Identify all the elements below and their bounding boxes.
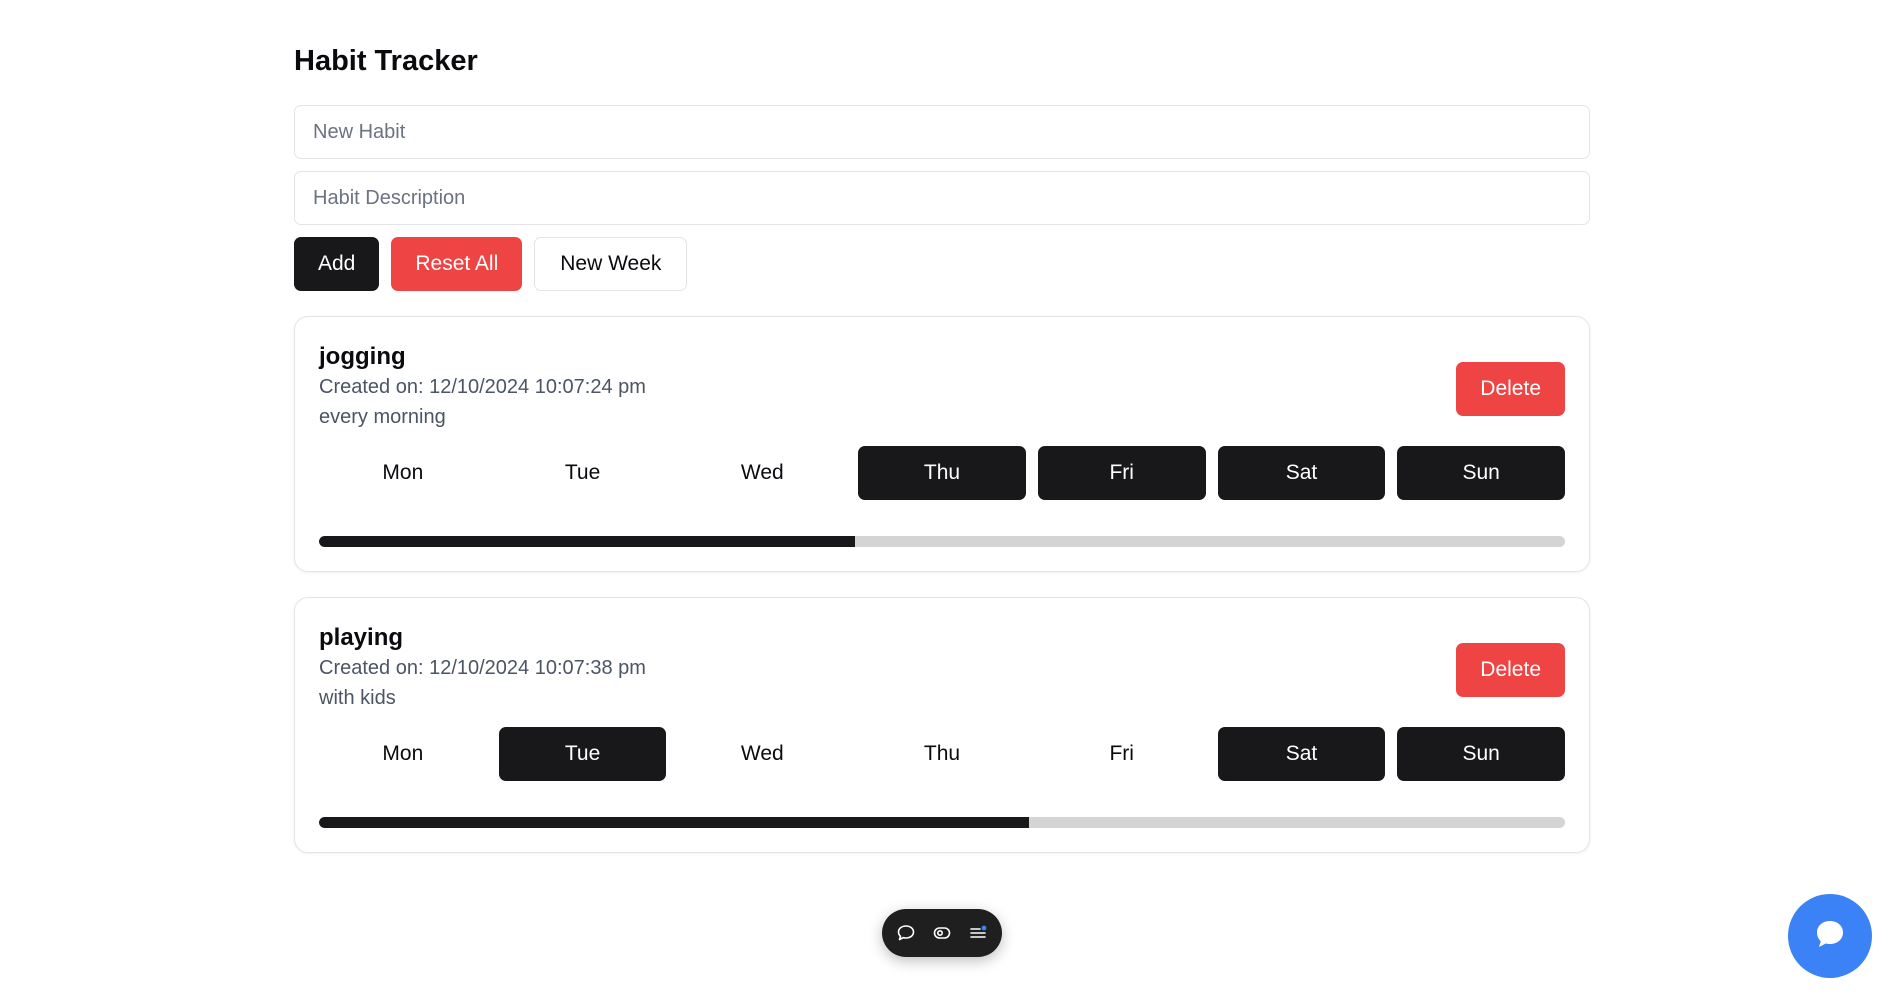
progress-bar-fill [319, 536, 855, 547]
delete-habit-button[interactable]: Delete [1456, 643, 1565, 697]
habit-card: playing Created on: 12/10/2024 10:07:38 … [294, 597, 1590, 853]
habit-description: every morning [319, 406, 446, 428]
chat-bubble-icon [1813, 917, 1847, 956]
day-toggle-fri[interactable]: Fri [1038, 727, 1206, 781]
reset-all-button[interactable]: Reset All [391, 237, 523, 291]
day-toggle-sun[interactable]: Sun [1397, 446, 1566, 500]
page-title: Habit Tracker [294, 45, 478, 77]
delete-habit-button[interactable]: Delete [1456, 362, 1565, 416]
day-toggle-thu[interactable]: Thu [858, 727, 1026, 781]
new-habit-input[interactable] [294, 105, 1590, 159]
chat-button[interactable] [1788, 894, 1872, 978]
comment-icon[interactable] [894, 921, 918, 945]
new-week-button[interactable]: New Week [534, 237, 688, 291]
day-toggle-mon[interactable]: Mon [319, 727, 487, 781]
habit-name: playing [319, 624, 404, 651]
day-toggle-thu[interactable]: Thu [858, 446, 1026, 500]
day-toggle-mon[interactable]: Mon [319, 446, 487, 500]
progress-bar-fill [319, 817, 1030, 828]
add-button[interactable]: Add [294, 237, 380, 291]
progress-bar [319, 817, 1565, 828]
habit-card: jogging Created on: 12/10/2024 10:07:24 … [294, 316, 1590, 572]
day-toggle-wed[interactable]: Wed [678, 446, 846, 500]
progress-bar [319, 536, 1565, 547]
day-toggle-wed[interactable]: Wed [678, 727, 846, 781]
habit-tracker-app: Habit Tracker Add Reset All New Week jog… [294, 40, 1590, 853]
day-toggle-tue[interactable]: Tue [498, 727, 667, 781]
day-toggle-sat[interactable]: Sat [1217, 727, 1386, 781]
habit-description-input[interactable] [294, 171, 1590, 225]
habit-name: jogging [319, 343, 406, 370]
action-buttons: Add Reset All New Week [294, 237, 1590, 291]
menu-notification-icon[interactable] [966, 921, 990, 945]
habit-description: with kids [319, 687, 396, 709]
day-toggle-tue[interactable]: Tue [499, 446, 667, 500]
day-toggle-sat[interactable]: Sat [1217, 446, 1386, 500]
day-toggle-fri[interactable]: Fri [1037, 446, 1206, 500]
eye-toggle-icon[interactable] [930, 921, 954, 945]
floating-toolbar [882, 909, 1002, 957]
day-toggle-sun[interactable]: Sun [1397, 727, 1566, 781]
habit-created-date: Created on: 12/10/2024 10:07:24 pm [319, 376, 646, 398]
weekday-toggles: Mon Tue Wed Thu Fri Sat Sun [319, 727, 1566, 781]
habit-created-date: Created on: 12/10/2024 10:07:38 pm [319, 657, 646, 679]
weekday-toggles: Mon Tue Wed Thu Fri Sat Sun [319, 446, 1566, 500]
